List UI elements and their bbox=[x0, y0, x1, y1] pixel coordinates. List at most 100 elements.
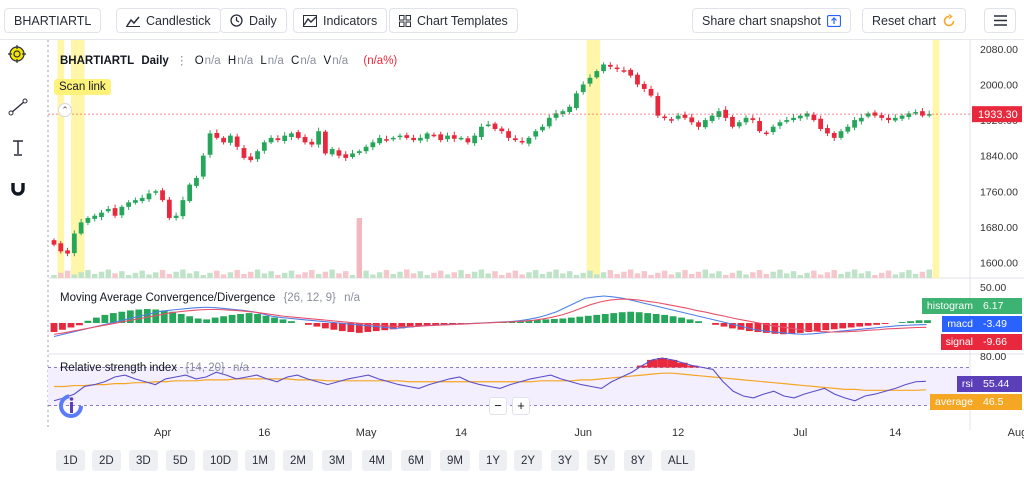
macd-histogram-bar bbox=[59, 323, 66, 330]
volume-bar bbox=[451, 272, 458, 278]
snapshot-icon bbox=[826, 14, 841, 27]
macd-histogram-bar bbox=[593, 314, 601, 323]
macd-histogram-bar bbox=[881, 323, 889, 324]
candle-body bbox=[831, 132, 837, 138]
volume-bar bbox=[119, 271, 125, 278]
volume-bar bbox=[166, 273, 173, 278]
volume-bar bbox=[546, 271, 552, 278]
volume-bar bbox=[750, 272, 756, 278]
candle-body bbox=[356, 151, 362, 153]
macd-histogram-bar bbox=[93, 317, 100, 323]
volume-bar bbox=[336, 273, 342, 278]
range-5d-button[interactable]: 5D bbox=[166, 450, 195, 471]
macd-histogram-bar bbox=[712, 323, 719, 325]
range-9m-button[interactable]: 9M bbox=[440, 450, 470, 471]
chart-type-button[interactable]: Candlestick bbox=[116, 8, 221, 33]
volume-bar bbox=[689, 273, 695, 278]
candle-body bbox=[669, 119, 674, 121]
rsi-overbought-fill bbox=[647, 359, 658, 368]
range-5y-button[interactable]: 5Y bbox=[587, 450, 616, 471]
volume-bar bbox=[702, 269, 709, 278]
logo-icon bbox=[58, 393, 84, 422]
volume-bar bbox=[471, 271, 478, 278]
candle-body bbox=[465, 138, 471, 143]
interval-label: Daily bbox=[249, 13, 277, 28]
candle-body bbox=[207, 133, 213, 155]
range-4m-button[interactable]: 4M bbox=[362, 450, 392, 471]
volume-bar bbox=[105, 269, 111, 278]
rsi-badge: rsi 55.44 bbox=[956, 376, 1022, 392]
candle-body bbox=[153, 191, 159, 193]
chart-templates-button[interactable]: Chart Templates bbox=[389, 8, 518, 33]
scan-link-button[interactable]: Scan link bbox=[54, 79, 111, 95]
macd-histogram-bar bbox=[839, 323, 847, 329]
indicators-button[interactable]: Indicators bbox=[293, 8, 388, 33]
zoom-in-button[interactable]: + bbox=[512, 397, 530, 415]
candle-body bbox=[913, 112, 919, 114]
volume-bar bbox=[519, 274, 525, 278]
range-6m-button[interactable]: 6M bbox=[401, 450, 431, 471]
change-value: (n/a%) bbox=[363, 55, 398, 67]
volume-bar bbox=[268, 271, 274, 278]
candle-body bbox=[228, 135, 233, 143]
range-10d-button[interactable]: 10D bbox=[203, 450, 239, 471]
range-2y-button[interactable]: 2Y bbox=[514, 450, 543, 471]
candle-body bbox=[166, 199, 172, 218]
date-tick-label: 12 bbox=[672, 427, 684, 439]
volume-bar bbox=[478, 269, 485, 278]
macd-na: n/a bbox=[344, 292, 361, 304]
rsi-params: {14, 20} bbox=[185, 362, 225, 374]
volume-bar bbox=[417, 271, 424, 278]
candle-body bbox=[112, 208, 118, 216]
v-value: n/a bbox=[332, 55, 349, 67]
interval-button[interactable]: Daily bbox=[220, 8, 287, 33]
macd-histogram-bar bbox=[288, 321, 295, 323]
symbol-button[interactable]: BHARTIARTL bbox=[4, 8, 102, 33]
candle-body bbox=[119, 206, 125, 216]
volume-bar bbox=[132, 272, 139, 278]
reset-chart-button[interactable]: Reset chart bbox=[862, 8, 966, 33]
range-all-button[interactable]: ALL bbox=[661, 450, 696, 471]
range-3m-button[interactable]: 3M bbox=[322, 450, 352, 471]
macd-histogram-bar bbox=[652, 314, 660, 323]
macd-histogram-bar bbox=[76, 323, 83, 326]
candle-body bbox=[899, 115, 905, 119]
range-2m-button[interactable]: 2M bbox=[283, 450, 313, 471]
range-1y-button[interactable]: 1Y bbox=[479, 450, 508, 471]
macd-legend: Moving Average Convergence/Divergence {2… bbox=[60, 292, 360, 304]
candle-body bbox=[316, 131, 321, 145]
macd-histogram-bar bbox=[567, 317, 575, 323]
candle-body bbox=[743, 117, 749, 123]
range-3y-button[interactable]: 3Y bbox=[551, 450, 580, 471]
volume-bar bbox=[404, 269, 410, 278]
volume-bar bbox=[845, 271, 851, 278]
signal-line bbox=[53, 298, 927, 335]
candle-body bbox=[730, 116, 735, 127]
macd-histogram-bar bbox=[186, 316, 194, 323]
share-snapshot-button[interactable]: Share chart snapshot bbox=[692, 8, 851, 33]
macd-histogram-bar bbox=[678, 317, 685, 323]
range-8y-button[interactable]: 8Y bbox=[624, 450, 653, 471]
candle-body bbox=[255, 151, 260, 160]
v-label: V bbox=[323, 55, 332, 67]
range-2d-button[interactable]: 2D bbox=[92, 450, 121, 471]
volume-bar bbox=[695, 271, 702, 278]
volume-bar bbox=[485, 273, 491, 278]
l-value: n/a bbox=[267, 55, 284, 67]
macd-histogram-bar bbox=[194, 318, 202, 323]
zoom-out-button[interactable]: − bbox=[489, 397, 507, 415]
range-3d-button[interactable]: 3D bbox=[129, 450, 158, 471]
collapse-legend-icon[interactable]: ⌃ bbox=[58, 103, 72, 117]
candle-body bbox=[295, 132, 301, 138]
range-1m-button[interactable]: 1M bbox=[245, 450, 275, 471]
candle-body bbox=[662, 116, 667, 119]
range-1d-button[interactable]: 1D bbox=[56, 450, 85, 471]
chart-templates-label: Chart Templates bbox=[417, 13, 508, 28]
macd-histogram-bar bbox=[813, 323, 821, 332]
volume-bar bbox=[817, 274, 824, 278]
candle-body bbox=[302, 136, 308, 143]
chart-area[interactable]: 2080.002000.001920.001840.001760.001680.… bbox=[0, 40, 1024, 446]
volume-bar bbox=[906, 270, 912, 278]
menu-button[interactable] bbox=[984, 8, 1016, 33]
date-tick-label: May bbox=[356, 427, 377, 439]
